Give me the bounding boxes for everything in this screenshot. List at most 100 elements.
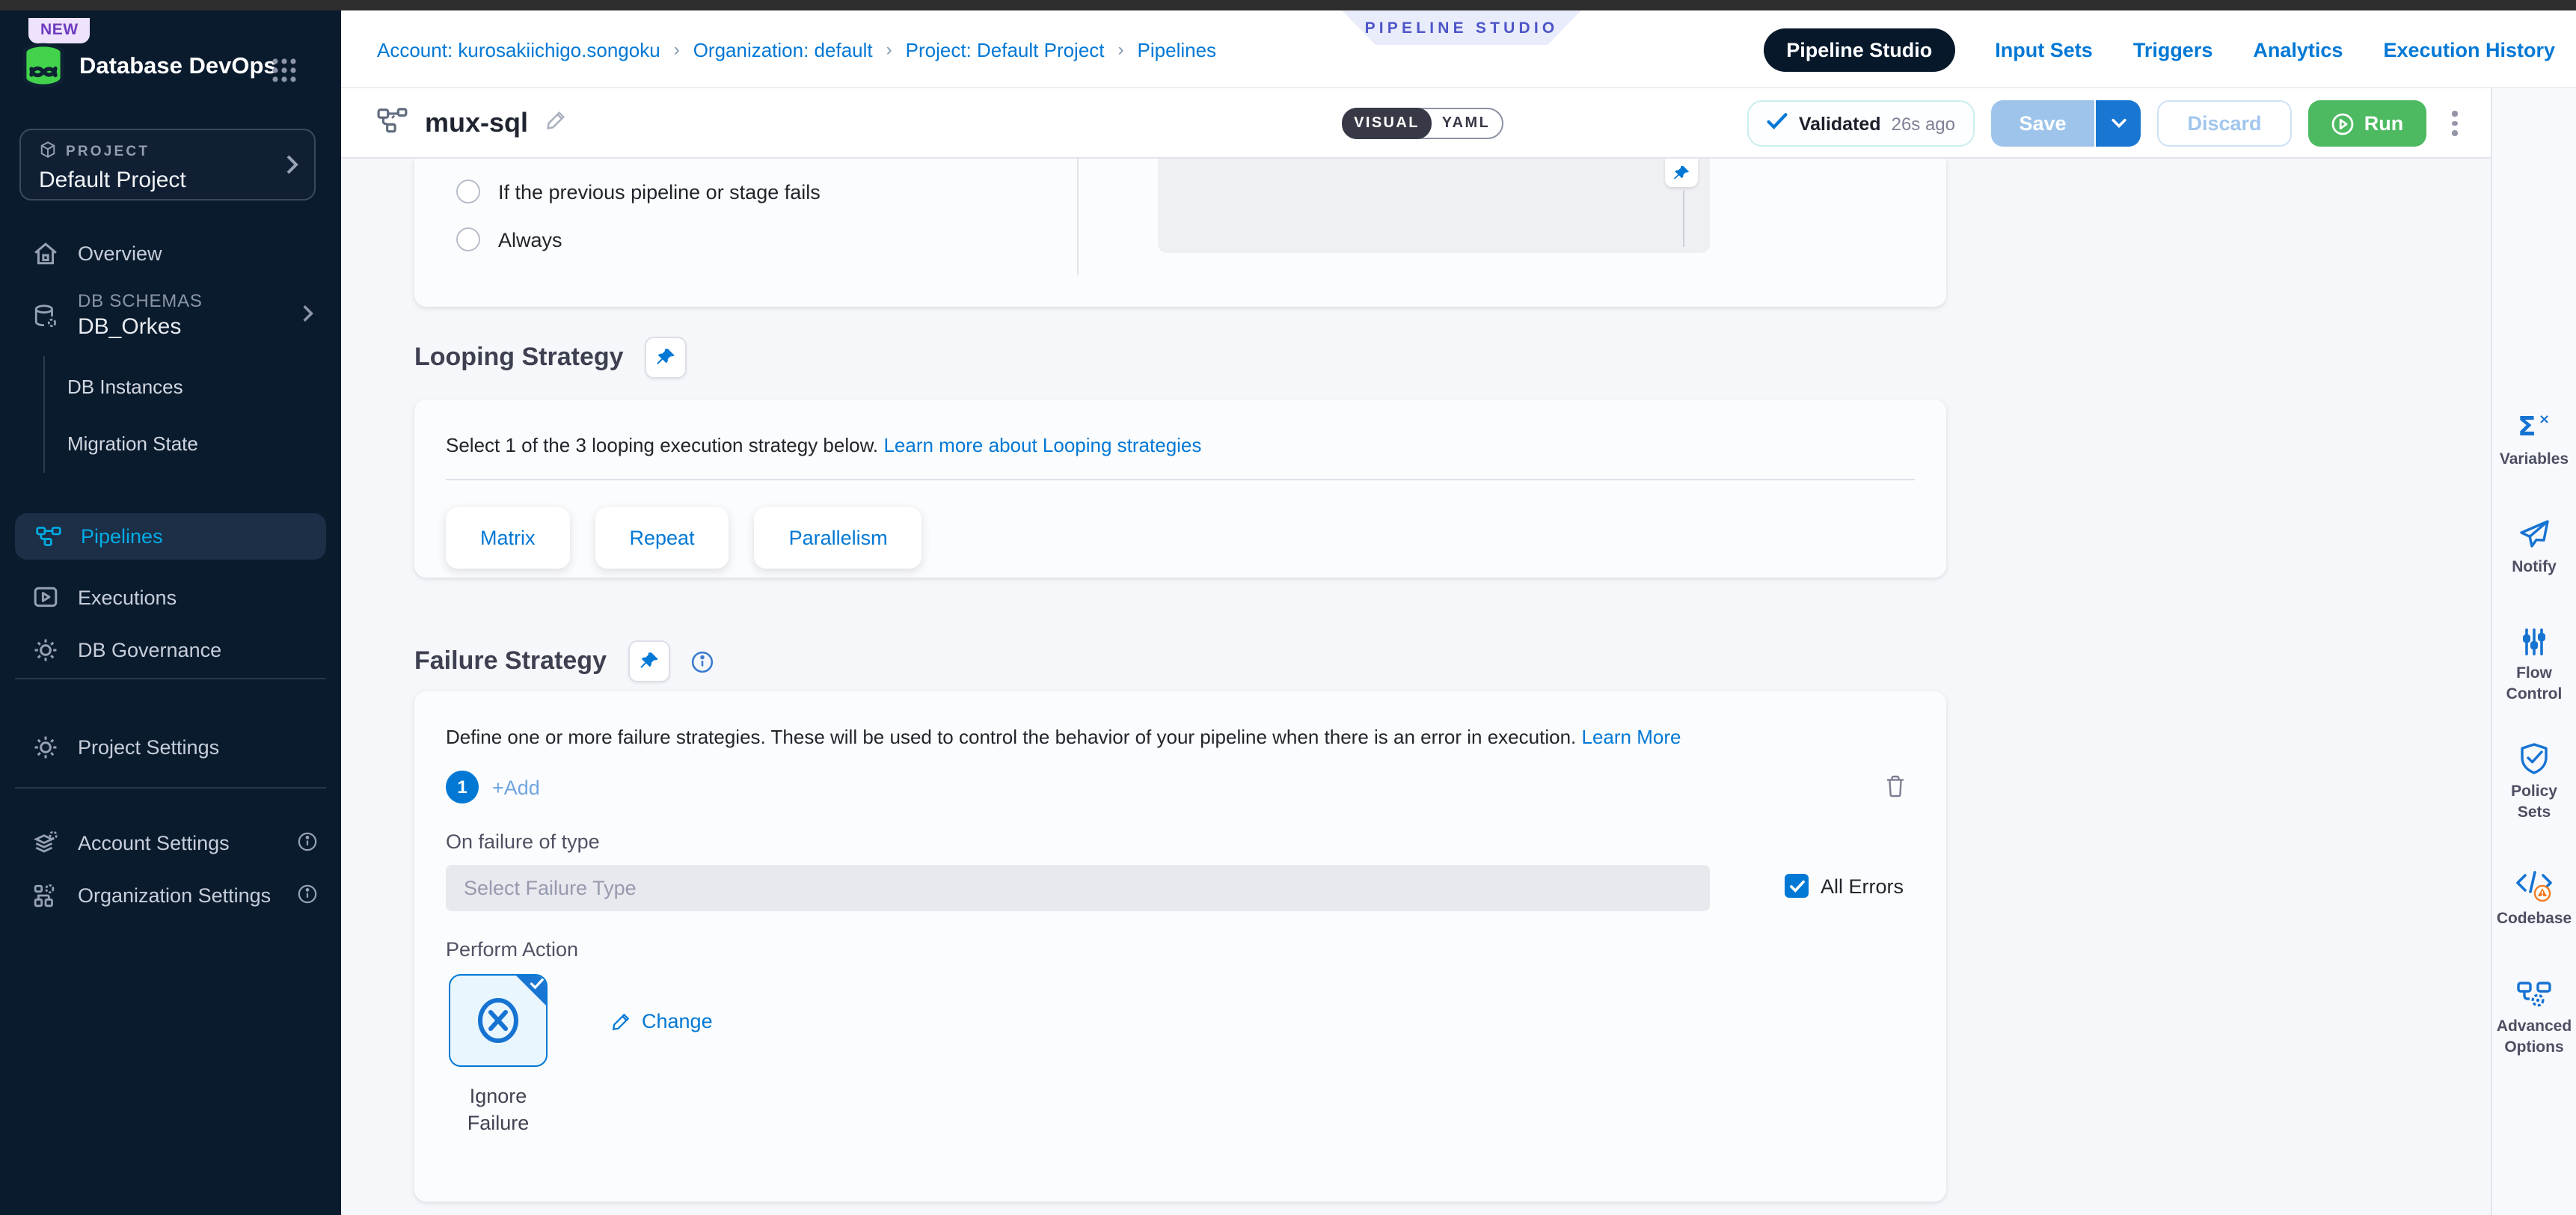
more-options-kebab-icon[interactable] [2443,105,2467,142]
rail-item-variables[interactable]: Σ × Variables [2492,410,2576,471]
flow-control-icon [2521,627,2548,657]
toggle-visual[interactable]: VISUAL [1342,108,1432,139]
toggle-yaml[interactable]: YAML [1430,109,1502,138]
breadcrumb-pipelines[interactable]: Pipelines [1138,38,1217,61]
breadcrumb-project[interactable]: Project: Default Project [906,38,1105,61]
ignore-failure-action-card[interactable] [449,974,548,1067]
visual-yaml-toggle[interactable]: VISUAL YAML [1342,108,1503,139]
sidebar-item-overview[interactable]: Overview [0,230,341,277]
radio-icon[interactable] [456,180,480,203]
pin-button[interactable] [645,337,687,379]
radio-label: Always [498,228,562,251]
failure-type-input[interactable] [446,865,1710,911]
checkbox-checked-icon[interactable] [1785,874,1809,898]
database-devops-logo-icon [19,42,67,90]
divider [446,479,1915,480]
failure-strategy-header: Failure Strategy [414,640,713,682]
sidebar-item-label: Executions [78,587,177,609]
new-badge: NEW [28,18,91,43]
sidebar-item-db-schemas[interactable]: DB SCHEMAS DB_Orkes [0,283,341,349]
radio-option-always[interactable]: Always [456,227,562,251]
edit-pencil-icon[interactable] [545,108,567,138]
product-title: Database DevOps [79,54,277,81]
matrix-button[interactable]: Matrix [446,507,570,569]
change-action-link[interactable]: Change [610,1010,713,1032]
svg-text:×: × [2539,411,2550,427]
section-title: Failure Strategy [414,646,607,676]
tab-pipeline-studio[interactable]: Pipeline Studio [1764,28,1954,71]
sidebar-item-label: DB Governance [78,639,221,661]
failure-learn-more-link[interactable]: Learn More [1582,726,1681,748]
pipelines-icon [36,524,61,549]
sidebar-item-db-governance[interactable]: DB Governance [0,627,341,673]
tab-triggers[interactable]: Triggers [2133,38,2213,61]
breadcrumb-account[interactable]: Account: kurosakiichigo.songoku [377,38,660,61]
rail-item-notify[interactable]: Notify [2492,518,2576,578]
radio-label: If the previous pipeline or stage fails [498,180,821,203]
top-header: Account: kurosakiichigo.songoku › Organi… [341,10,2576,88]
rail-item-codebase[interactable]: Codebase [2492,869,2576,930]
right-rail: Σ × Variables Notify Flow Control Policy… [2491,88,2576,1215]
codebase-warning-icon [2515,869,2554,902]
rail-label: Variables [2500,450,2569,471]
all-errors-checkbox-row[interactable]: All Errors [1785,874,1904,898]
sidebar-item-organization-settings[interactable]: Organization Settings [0,872,341,919]
rail-item-advanced-options[interactable]: Advanced Options [2492,980,2576,1059]
sidebar-item-db-instances[interactable]: DB Instances [0,364,341,410]
sidebar-item-label: Pipelines [81,525,163,548]
tab-execution-history[interactable]: Execution History [2383,38,2555,61]
info-icon[interactable] [298,884,317,908]
conditional-execution-card: If the previous pipeline or stage fails … [414,159,1946,307]
app-grid-icon[interactable] [271,57,298,84]
add-strategy-button[interactable]: +Add [492,776,540,798]
run-button[interactable]: Run [2308,100,2426,147]
save-dropdown-button[interactable] [2094,100,2141,147]
preview-panel [1158,159,1710,253]
failure-strategy-card: Define one or more failure strategies. T… [414,691,1946,1202]
save-button[interactable]: Save [1991,100,2094,147]
radio-icon[interactable] [456,227,480,251]
rail-item-flow-control[interactable]: Flow Control [2492,627,2576,706]
looping-strategy-card: Select 1 of the 3 looping execution stra… [414,400,1946,578]
sidebar-item-pipelines[interactable]: Pipelines [15,513,326,560]
sidebar-item-executions[interactable]: Executions [0,575,341,621]
chevron-right-icon [302,304,314,328]
project-selector[interactable]: PROJECT Default Project [19,129,316,201]
on-failure-label: On failure of type [446,830,600,853]
run-label: Run [2364,112,2404,135]
discard-button[interactable]: Discard [2157,100,2292,147]
info-icon[interactable] [690,650,713,673]
project-label: PROJECT [66,144,150,160]
sidebar-item-account-settings[interactable]: Account Settings [0,820,341,866]
pencil-icon [610,1011,631,1032]
pin-icon[interactable] [1665,159,1698,187]
project-name: Default Project [39,168,299,193]
rail-item-policy-sets[interactable]: Policy Sets [2492,742,2576,824]
strategy-index-badge[interactable]: 1 [446,771,479,804]
breadcrumb-organization[interactable]: Organization: default [693,38,873,61]
sidebar-item-label: Migration State [67,432,198,455]
looping-learn-more-link[interactable]: Learn more about Looping strategies [883,434,1201,456]
tab-input-sets[interactable]: Input Sets [1995,38,2093,61]
tab-analytics[interactable]: Analytics [2253,38,2343,61]
parallelism-button[interactable]: Parallelism [755,507,922,569]
header-nav: Pipeline Studio Input Sets Triggers Anal… [1764,10,2555,88]
chevron-separator-icon: › [674,39,680,60]
radio-option-previous-fails[interactable]: If the previous pipeline or stage fails [456,180,821,203]
validated-badge[interactable]: Validated 26s ago [1748,100,1975,147]
pin-button[interactable] [628,640,669,682]
info-icon[interactable] [298,831,317,855]
validated-time: 26s ago [1892,113,1955,134]
validated-label: Validated [1799,113,1881,134]
cube-icon [39,141,57,163]
repeat-button[interactable]: Repeat [595,507,729,569]
all-errors-label: All Errors [1821,875,1904,897]
sidebar-item-migration-state[interactable]: Migration State [0,420,341,467]
scrollbar[interactable] [1683,190,1684,247]
failure-description: Define one or more failure strategies. T… [446,726,1576,748]
sidebar-item-project-settings[interactable]: Project Settings [0,724,341,771]
sidebar-item-label: Account Settings [78,832,230,854]
svg-text:Σ: Σ [2518,411,2536,442]
vertical-divider [1077,159,1079,275]
delete-strategy-icon[interactable] [1883,774,1907,807]
